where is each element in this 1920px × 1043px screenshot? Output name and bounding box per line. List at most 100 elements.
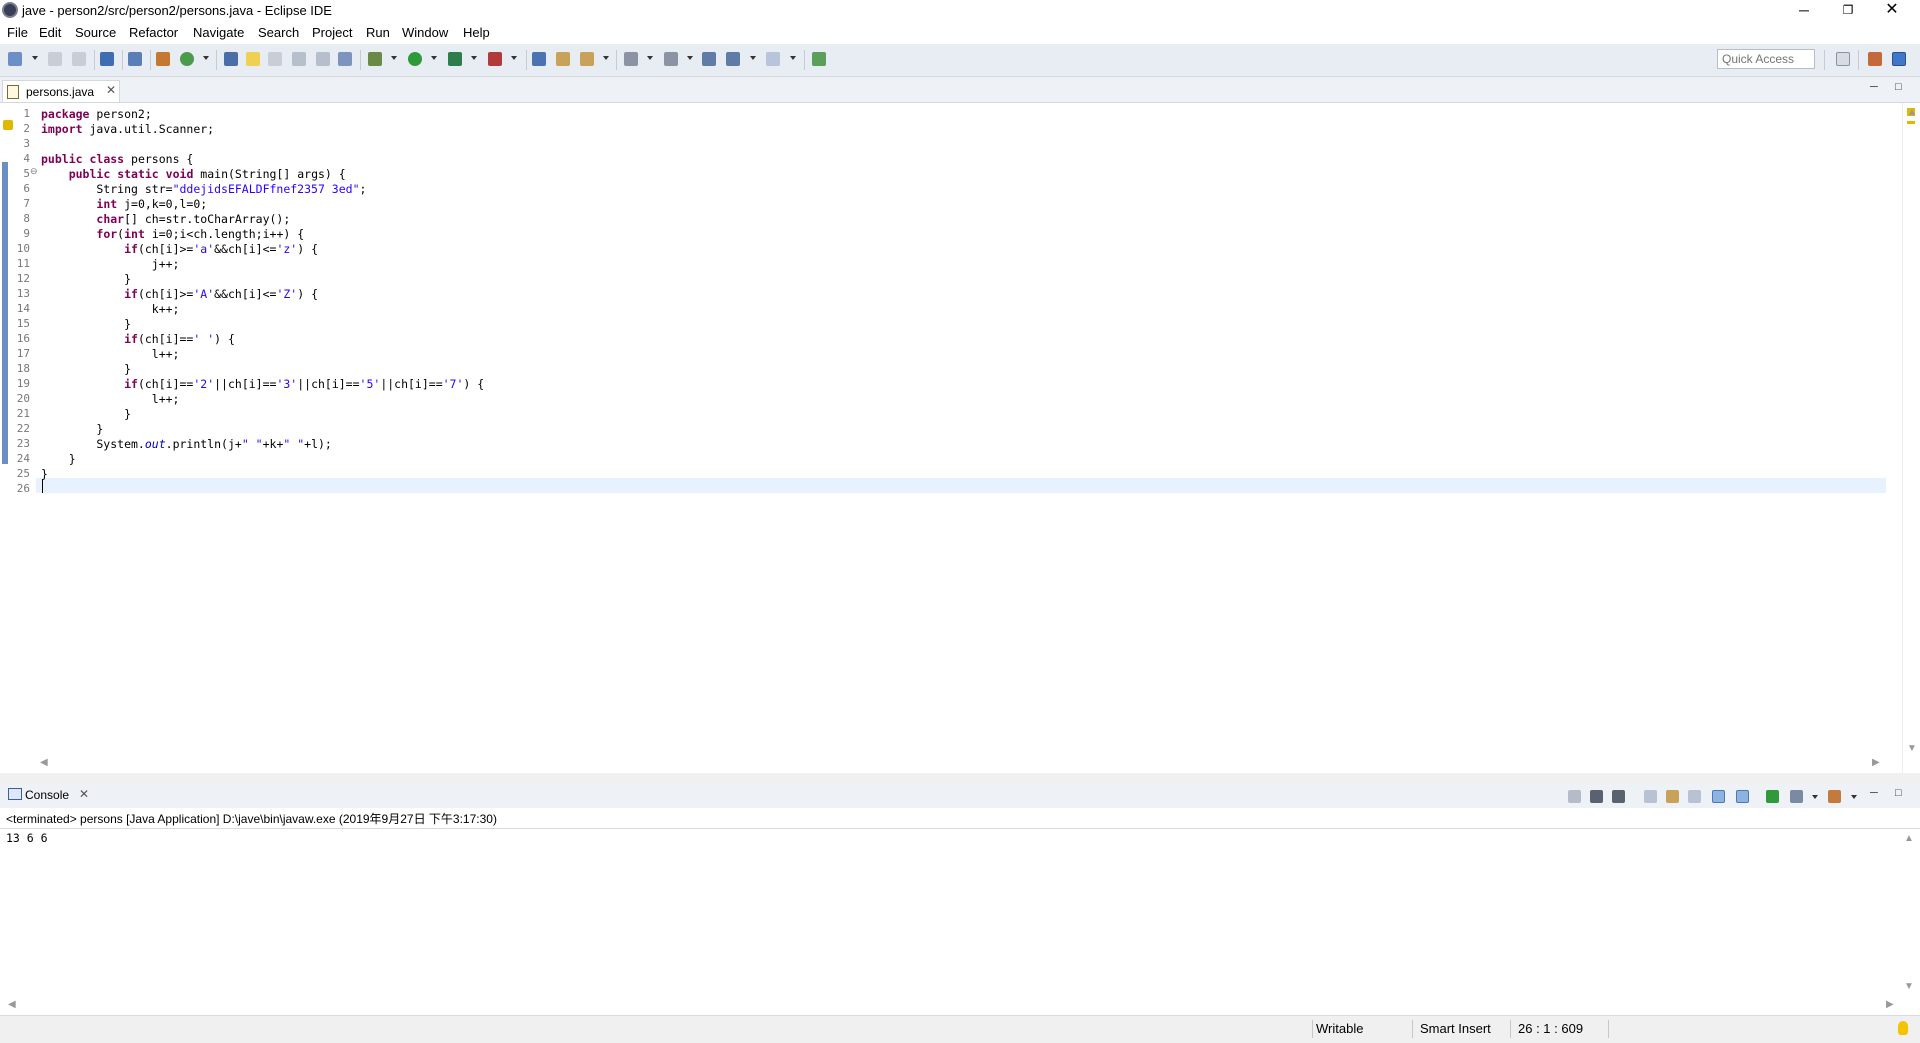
code-line[interactable]: import java.util.Scanner;: [41, 122, 214, 136]
console-scroll-left-icon[interactable]: ◀: [8, 999, 16, 1010]
new-class-dropdown-icon[interactable]: [203, 56, 209, 60]
remove-all-terminated-icon[interactable]: [1612, 790, 1625, 803]
scroll-down-arrow-icon[interactable]: ▼: [1907, 743, 1917, 754]
pin-console-icon[interactable]: [1766, 790, 1779, 803]
code-line[interactable]: char[] ch=str.toCharArray();: [41, 212, 290, 226]
block-selection-icon[interactable]: [292, 52, 306, 66]
save-all-icon[interactable]: [72, 52, 86, 66]
code-line[interactable]: if(ch[i]==' ') {: [41, 332, 235, 346]
display-console-dropdown-icon[interactable]: [1812, 795, 1818, 799]
menu-project[interactable]: Project: [312, 25, 352, 40]
tip-lightbulb-icon[interactable]: [1898, 1021, 1908, 1035]
restore-button[interactable]: ❐: [1826, 0, 1870, 22]
console-minimize-button[interactable]: ─: [1870, 787, 1878, 799]
code-line[interactable]: int j=0,k=0,l=0;: [41, 197, 207, 211]
show-whitespace-icon[interactable]: [338, 52, 352, 66]
open-task-icon[interactable]: [556, 52, 570, 66]
code-line[interactable]: if(ch[i]>='A'&&ch[i]<='Z') {: [41, 287, 318, 301]
coverage-dropdown-icon[interactable]: [471, 56, 477, 60]
code-line[interactable]: public class persons {: [41, 152, 193, 166]
new-icon[interactable]: [8, 52, 22, 66]
code-line[interactable]: if(ch[i]=='2'||ch[i]=='3'||ch[i]=='5'||c…: [41, 377, 484, 391]
console-scroll-down-icon[interactable]: ▼: [1904, 981, 1914, 992]
previous-annotation-icon[interactable]: [664, 52, 678, 66]
word-wrap-icon[interactable]: [316, 52, 330, 66]
display-selected-console-icon[interactable]: [1790, 790, 1803, 803]
menu-help[interactable]: Help: [463, 25, 490, 40]
terminate-icon[interactable]: [1568, 790, 1581, 803]
close-button[interactable]: ✕: [1870, 0, 1914, 22]
new-class-icon[interactable]: [180, 52, 194, 66]
open-type-hierarchy-icon[interactable]: [532, 52, 546, 66]
code-editor[interactable]: 1 2 3 4 5 6 7 8 9 10 11 12 13 14 15 16 17 18 19 20 21 22 23 24 2…: [0, 103, 1920, 773]
code-line[interactable]: l++;: [41, 347, 180, 361]
open-console-icon[interactable]: [1828, 790, 1841, 803]
console-maximize-button[interactable]: □: [1895, 787, 1902, 799]
open-perspective-icon[interactable]: [1836, 52, 1850, 66]
code-line[interactable]: }: [41, 422, 103, 436]
code-line[interactable]: k++;: [41, 302, 180, 316]
scroll-lock-icon[interactable]: [1666, 790, 1679, 803]
menu-run[interactable]: Run: [366, 25, 390, 40]
toggle-mark-occurrences-icon[interactable]: [246, 52, 260, 66]
code-line[interactable]: package person2;: [41, 107, 152, 121]
editor-horizontal-scrollbar[interactable]: ◀ ▶: [36, 755, 1886, 771]
run-dropdown-icon[interactable]: [431, 56, 437, 60]
console-output-text[interactable]: 13 6 6: [6, 831, 48, 845]
code-line[interactable]: public static void main(String[] args) {: [41, 167, 346, 181]
menu-file[interactable]: File: [7, 25, 28, 40]
word-wrap-console-icon[interactable]: [1688, 790, 1701, 803]
code-line[interactable]: if(ch[i]>='a'&&ch[i]<='z') {: [41, 242, 318, 256]
next-annotation-icon[interactable]: [624, 52, 638, 66]
back-dropdown-icon[interactable]: [750, 56, 756, 60]
terminal-icon[interactable]: [100, 52, 114, 66]
package-icon[interactable]: [156, 52, 170, 66]
scroll-up-arrow-icon[interactable]: ▲: [1907, 107, 1917, 118]
code-line[interactable]: j++;: [41, 257, 180, 271]
tab-persons-java[interactable]: persons.java ✕: [2, 80, 120, 102]
menu-navigate[interactable]: Navigate: [193, 25, 244, 40]
forward-dropdown-icon[interactable]: [790, 56, 796, 60]
new-dropdown-icon[interactable]: [32, 56, 38, 60]
show-on-stderr-icon[interactable]: [1736, 790, 1749, 803]
external-tools-icon[interactable]: [488, 52, 502, 66]
next-annotation-dropdown-icon[interactable]: [647, 56, 653, 60]
minimize-button[interactable]: ─: [1782, 0, 1826, 22]
debug-dropdown-icon[interactable]: [391, 56, 397, 60]
warning-marker-icon[interactable]: [3, 120, 13, 130]
code-line[interactable]: }: [41, 272, 131, 286]
quick-access-input[interactable]: [1717, 49, 1815, 69]
code-line[interactable]: }: [41, 407, 131, 421]
code-line[interactable]: l++;: [41, 392, 180, 406]
pin-editor-icon[interactable]: [812, 52, 826, 66]
toggle-breadcrumb-icon[interactable]: [268, 52, 282, 66]
console-tab-label[interactable]: Console: [25, 788, 69, 802]
open-type-icon[interactable]: [224, 52, 238, 66]
back-icon[interactable]: [726, 52, 740, 66]
editor-maximize-button[interactable]: □: [1895, 81, 1902, 93]
last-edit-location-icon[interactable]: [702, 52, 716, 66]
search-dropdown-icon[interactable]: [603, 56, 609, 60]
scroll-right-arrow-icon[interactable]: ▶: [1872, 757, 1880, 768]
overview-warning-marker[interactable]: [1907, 121, 1915, 124]
clear-console-icon[interactable]: [1644, 790, 1657, 803]
menu-window[interactable]: Window: [402, 25, 448, 40]
run-icon[interactable]: [408, 52, 422, 66]
java-ee-perspective-icon[interactable]: [1868, 52, 1882, 66]
vertical-ruler[interactable]: [0, 103, 16, 773]
search-icon[interactable]: [580, 52, 594, 66]
code-line[interactable]: }: [41, 362, 131, 376]
console-scroll-right-icon[interactable]: ▶: [1886, 999, 1894, 1010]
remove-launch-icon[interactable]: [1590, 790, 1603, 803]
code-line[interactable]: }: [41, 452, 76, 466]
menu-edit[interactable]: Edit: [39, 25, 61, 40]
debug-icon[interactable]: [368, 52, 382, 66]
code-line[interactable]: String str="ddejidsEFALDFfnef2357 3ed";: [41, 182, 366, 196]
close-console-icon[interactable]: ✕: [79, 787, 89, 801]
external-tools-dropdown-icon[interactable]: [511, 56, 517, 60]
coverage-icon[interactable]: [448, 52, 462, 66]
previous-annotation-dropdown-icon[interactable]: [687, 56, 693, 60]
console-scroll-up-icon[interactable]: ▲: [1904, 833, 1914, 844]
code-line[interactable]: for(int i=0;i<ch.length;i++) {: [41, 227, 304, 241]
forward-icon[interactable]: [766, 52, 780, 66]
